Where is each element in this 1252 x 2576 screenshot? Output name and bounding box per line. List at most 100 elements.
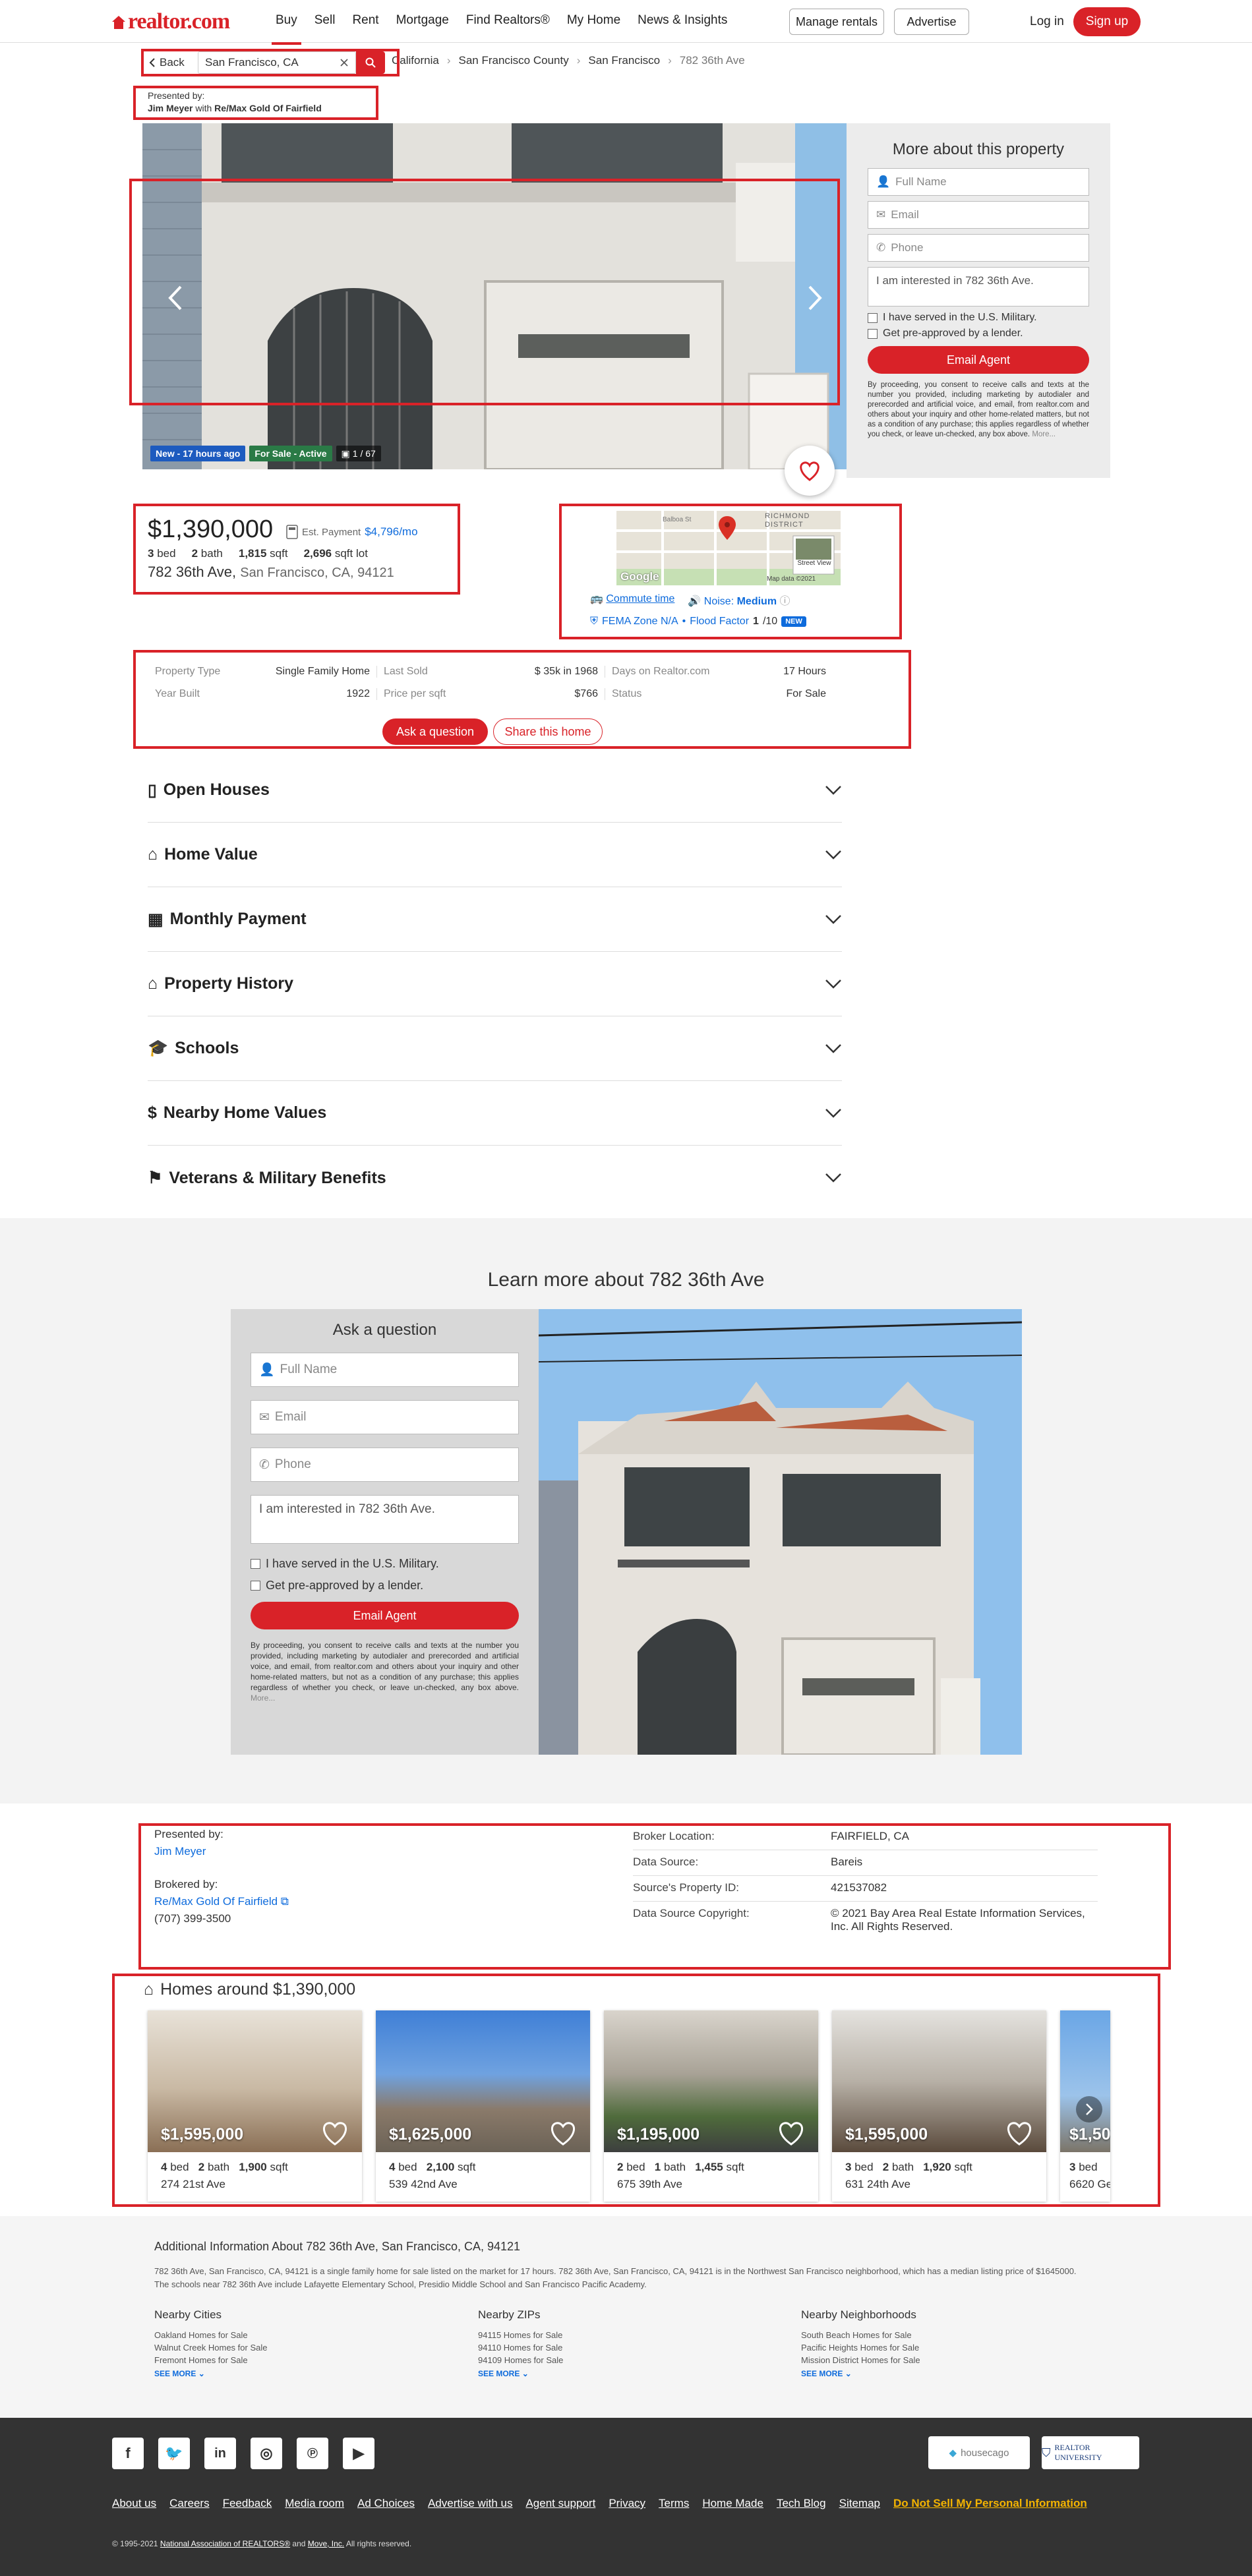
gallery-prev-button[interactable] bbox=[162, 281, 189, 314]
checkbox[interactable] bbox=[251, 1559, 260, 1569]
footer-link-ad-choices[interactable]: Ad Choices bbox=[357, 2497, 415, 2510]
preapproved-checkbox[interactable]: Get pre-approved by a lender. bbox=[868, 328, 1089, 339]
footer-link-home-made[interactable]: Home Made bbox=[702, 2497, 763, 2510]
youtube-icon[interactable]: ▶ bbox=[343, 2438, 374, 2469]
preapproved-checkbox[interactable]: Get pre-approved by a lender. bbox=[251, 1579, 519, 1593]
full-name-field[interactable]: 👤 Full Name bbox=[251, 1353, 519, 1387]
email-agent-button[interactable]: Email Agent bbox=[251, 1602, 519, 1629]
checkbox[interactable] bbox=[868, 328, 878, 339]
message-field[interactable]: I am interested in 782 36th Ave. bbox=[868, 267, 1089, 307]
checkbox[interactable] bbox=[868, 312, 878, 323]
home-card[interactable]: $1,195,000 2 bed 1 bath 1,455 sqft 675 39… bbox=[604, 2010, 818, 2202]
nearby-link[interactable]: South Beach Homes for Sale bbox=[801, 2329, 920, 2341]
accordion-schools[interactable]: 🎓 Schools bbox=[148, 1016, 842, 1081]
realtor-university-logo[interactable]: ⛉ REALTOR UNIVERSITY bbox=[1042, 2436, 1139, 2469]
accordion-open-houses[interactable]: ▯ Open Houses bbox=[148, 758, 842, 823]
nar-link[interactable]: National Association of REALTORS® bbox=[160, 2539, 290, 2548]
signup-button[interactable]: Sign up bbox=[1073, 7, 1141, 36]
est-payment[interactable]: Est. Payment $4,796/mo bbox=[286, 525, 418, 539]
nav-news[interactable]: News & Insights bbox=[638, 13, 727, 28]
share-home-button[interactable]: Share this home bbox=[493, 718, 603, 745]
heart-icon[interactable] bbox=[320, 2119, 350, 2147]
photo-gallery[interactable] bbox=[142, 123, 847, 469]
nearby-link[interactable]: Walnut Creek Homes for Sale bbox=[154, 2341, 267, 2354]
nav-buy[interactable]: Buy bbox=[272, 13, 301, 45]
nav-find-realtors[interactable]: Find Realtors® bbox=[466, 13, 550, 28]
carousel-next-button[interactable] bbox=[1076, 2096, 1102, 2122]
phone-field[interactable]: ✆ Phone bbox=[251, 1448, 519, 1482]
brokerage-link[interactable]: Re/Max Gold Of Fairfield ⧉ bbox=[154, 1893, 289, 1910]
linkedin-icon[interactable]: in bbox=[204, 2438, 236, 2469]
breadcrumb-city[interactable]: San Francisco bbox=[588, 54, 660, 67]
agent-link[interactable]: Jim Meyer bbox=[154, 1843, 289, 1860]
disclaimer-more-link[interactable]: More... bbox=[1032, 430, 1056, 438]
nearby-link[interactable]: Oakland Homes for Sale bbox=[154, 2329, 267, 2341]
footer-link-media[interactable]: Media room bbox=[285, 2497, 344, 2510]
home-card[interactable]: $1,595,000 3 bed 2 bath 1,920 sqft 631 24… bbox=[832, 2010, 1046, 2202]
footer-link-about[interactable]: About us bbox=[112, 2497, 156, 2510]
email-field[interactable]: ✉ Email bbox=[868, 201, 1089, 229]
back-button[interactable]: Back bbox=[142, 51, 198, 74]
see-more-link[interactable]: SEE MORE ⌄ bbox=[801, 2368, 920, 2380]
twitter-icon[interactable]: 🐦 bbox=[158, 2438, 190, 2469]
heart-icon[interactable] bbox=[1004, 2119, 1034, 2147]
accordion-home-value[interactable]: ⌂ Home Value bbox=[148, 823, 842, 887]
nearby-link[interactable]: Fremont Homes for Sale bbox=[154, 2354, 267, 2366]
email-field[interactable]: ✉ Email bbox=[251, 1400, 519, 1434]
realtor-logo[interactable]: realtor.com bbox=[112, 9, 230, 34]
est-payment-value[interactable]: $4,796/mo bbox=[365, 525, 417, 539]
checkbox[interactable] bbox=[251, 1581, 260, 1591]
military-checkbox[interactable]: I have served in the U.S. Military. bbox=[868, 312, 1089, 324]
home-card[interactable]: $1,595,000 4 bed 2 bath 1,900 sqft 274 21… bbox=[148, 2010, 362, 2202]
login-link[interactable]: Log in bbox=[1030, 15, 1064, 29]
heart-icon[interactable] bbox=[776, 2119, 806, 2147]
nearby-link[interactable]: 94109 Homes for Sale bbox=[478, 2354, 563, 2366]
breadcrumb-county[interactable]: San Francisco County bbox=[458, 54, 568, 67]
noise-link[interactable]: 🔊 Noise: Medium ⓘ bbox=[688, 592, 790, 608]
ask-question-button[interactable]: Ask a question bbox=[382, 718, 488, 745]
full-name-field[interactable]: 👤 Full Name bbox=[868, 168, 1089, 196]
location-map[interactable]: Balboa St RICHMOND DISTRICT Street View … bbox=[616, 511, 841, 585]
nav-my-home[interactable]: My Home bbox=[567, 13, 620, 28]
see-more-link[interactable]: SEE MORE ⌄ bbox=[478, 2368, 563, 2380]
street-view-button[interactable]: Street View bbox=[795, 560, 833, 567]
footer-link-terms[interactable]: Terms bbox=[659, 2497, 689, 2510]
clear-icon[interactable] bbox=[340, 58, 349, 67]
footer-link-feedback[interactable]: Feedback bbox=[223, 2497, 272, 2510]
accordion-veterans[interactable]: ⚑ Veterans & Military Benefits bbox=[148, 1146, 842, 1210]
commute-time-link[interactable]: 🚌 Commute time bbox=[590, 592, 674, 608]
manage-rentals-button[interactable]: Manage rentals bbox=[789, 9, 884, 35]
footer-link-privacy[interactable]: Privacy bbox=[609, 2497, 645, 2510]
phone-field[interactable]: ✆ Phone bbox=[868, 234, 1089, 262]
advertise-button[interactable]: Advertise bbox=[894, 9, 969, 35]
housecago-logo[interactable]: ◆ housecago bbox=[928, 2436, 1030, 2469]
flood-info[interactable]: ⛨ FEMA Zone N/A • Flood Factor 1/10 NEW bbox=[590, 616, 806, 628]
footer-link-sitemap[interactable]: Sitemap bbox=[839, 2497, 880, 2510]
disclaimer-more-link[interactable]: More... bbox=[251, 1693, 275, 1703]
photo-count-badge[interactable]: ▣ 1 / 67 bbox=[336, 446, 381, 461]
move-link[interactable]: Move, Inc. bbox=[308, 2539, 344, 2548]
search-input[interactable]: San Francisco, CA bbox=[198, 51, 356, 74]
pinterest-icon[interactable]: ℗ bbox=[297, 2438, 328, 2469]
nearby-link[interactable]: Pacific Heights Homes for Sale bbox=[801, 2341, 920, 2354]
heart-icon[interactable] bbox=[548, 2119, 578, 2147]
accordion-monthly-payment[interactable]: ▦ Monthly Payment bbox=[148, 887, 842, 952]
gallery-next-button[interactable] bbox=[802, 281, 828, 314]
military-checkbox[interactable]: I have served in the U.S. Military. bbox=[251, 1557, 519, 1571]
accordion-nearby-home-values[interactable]: $ Nearby Home Values bbox=[148, 1081, 842, 1146]
footer-link-careers[interactable]: Careers bbox=[169, 2497, 209, 2510]
home-card[interactable]: $1,625,000 4 bed 2,100 sqft 539 42nd Ave bbox=[376, 2010, 590, 2202]
nearby-link[interactable]: 94110 Homes for Sale bbox=[478, 2341, 563, 2354]
nav-mortgage[interactable]: Mortgage bbox=[396, 13, 449, 28]
search-button[interactable] bbox=[356, 51, 385, 74]
accordion-property-history[interactable]: ⌂ Property History bbox=[148, 952, 842, 1016]
facebook-icon[interactable]: f bbox=[112, 2438, 144, 2469]
footer-link-agent-support[interactable]: Agent support bbox=[525, 2497, 595, 2510]
message-field[interactable]: I am interested in 782 36th Ave. bbox=[251, 1495, 519, 1544]
save-home-button[interactable] bbox=[785, 446, 835, 496]
email-agent-button[interactable]: Email Agent bbox=[868, 346, 1089, 374]
info-icon[interactable]: ⓘ bbox=[780, 596, 790, 607]
footer-link-tech-blog[interactable]: Tech Blog bbox=[777, 2497, 826, 2510]
nearby-link[interactable]: 94115 Homes for Sale bbox=[478, 2329, 563, 2341]
footer-link-advertise[interactable]: Advertise with us bbox=[428, 2497, 513, 2510]
